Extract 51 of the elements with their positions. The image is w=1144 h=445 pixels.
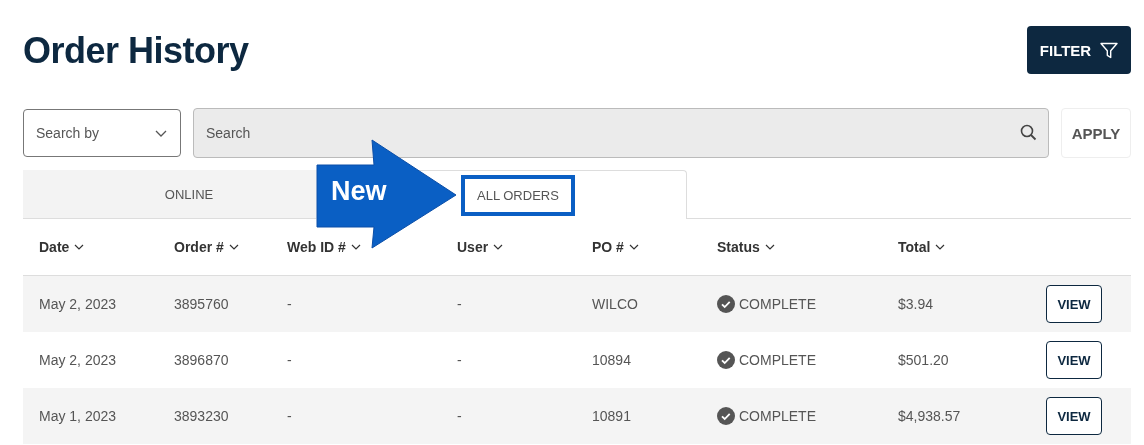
table-cell-text: 3895760 [174,296,230,312]
column-header[interactable]: Order # [174,239,287,255]
chevron-down-icon [764,244,775,250]
page-title: Order History [23,29,249,72]
filter-button[interactable]: FILTER [1027,26,1131,74]
view-button[interactable]: VIEW [1046,397,1102,435]
status-text: COMPLETE [739,352,816,368]
table-cell-text: $4,938.57 [898,408,962,424]
tab[interactable]: ONLINE [23,170,316,219]
check-circle-icon [717,295,735,313]
table-cell-text: 10891 [592,408,632,424]
table-cell-text: - [287,296,293,312]
column-header[interactable]: Web ID # [287,239,457,255]
table-cell-text: May 2, 2023 [39,296,118,312]
search-icon [1020,124,1037,141]
column-header[interactable]: User [457,239,592,255]
table-cell-text: May 2, 2023 [39,352,118,368]
view-button[interactable]: VIEW [1046,285,1102,323]
table-cell-text: - [457,352,463,368]
chevron-down-icon [228,244,239,250]
table-cell-text: - [457,296,463,312]
column-header[interactable]: Status [717,239,898,255]
highlight-box: ALL ORDERS [461,174,575,216]
table-cell-text: $501.20 [898,352,950,368]
table-cell-text: 10894 [592,352,632,368]
table-cell-text: - [457,408,463,424]
chevron-down-icon [74,244,85,250]
apply-button[interactable]: APPLY [1061,108,1131,158]
table-cell-text: 3893230 [174,408,230,424]
view-button[interactable]: VIEW [1046,341,1102,379]
filter-icon [1100,41,1119,59]
check-circle-icon [717,407,735,425]
chevron-down-icon [935,244,946,250]
column-header[interactable]: Total [898,239,1046,255]
check-circle-icon [717,351,735,369]
search-field[interactable]: Search [193,108,1049,158]
chevron-down-icon [628,244,639,250]
chevron-down-icon [350,244,361,250]
search-by-dropdown[interactable]: Search by [23,109,181,157]
status-text: COMPLETE [739,296,816,312]
column-header[interactable]: PO # [592,239,717,255]
status-text: COMPLETE [739,408,816,424]
column-header[interactable]: Date [39,239,174,255]
chevron-down-icon [493,244,504,250]
table-cell-text: - [287,352,293,368]
table-cell-text: May 1, 2023 [39,408,118,424]
table-cell-text: 3896870 [174,352,230,368]
chevron-down-icon [155,129,167,137]
table-cell-text: - [287,408,293,424]
table-cell-text: WILCO [592,296,639,312]
table-cell-text: $3.94 [898,296,935,312]
